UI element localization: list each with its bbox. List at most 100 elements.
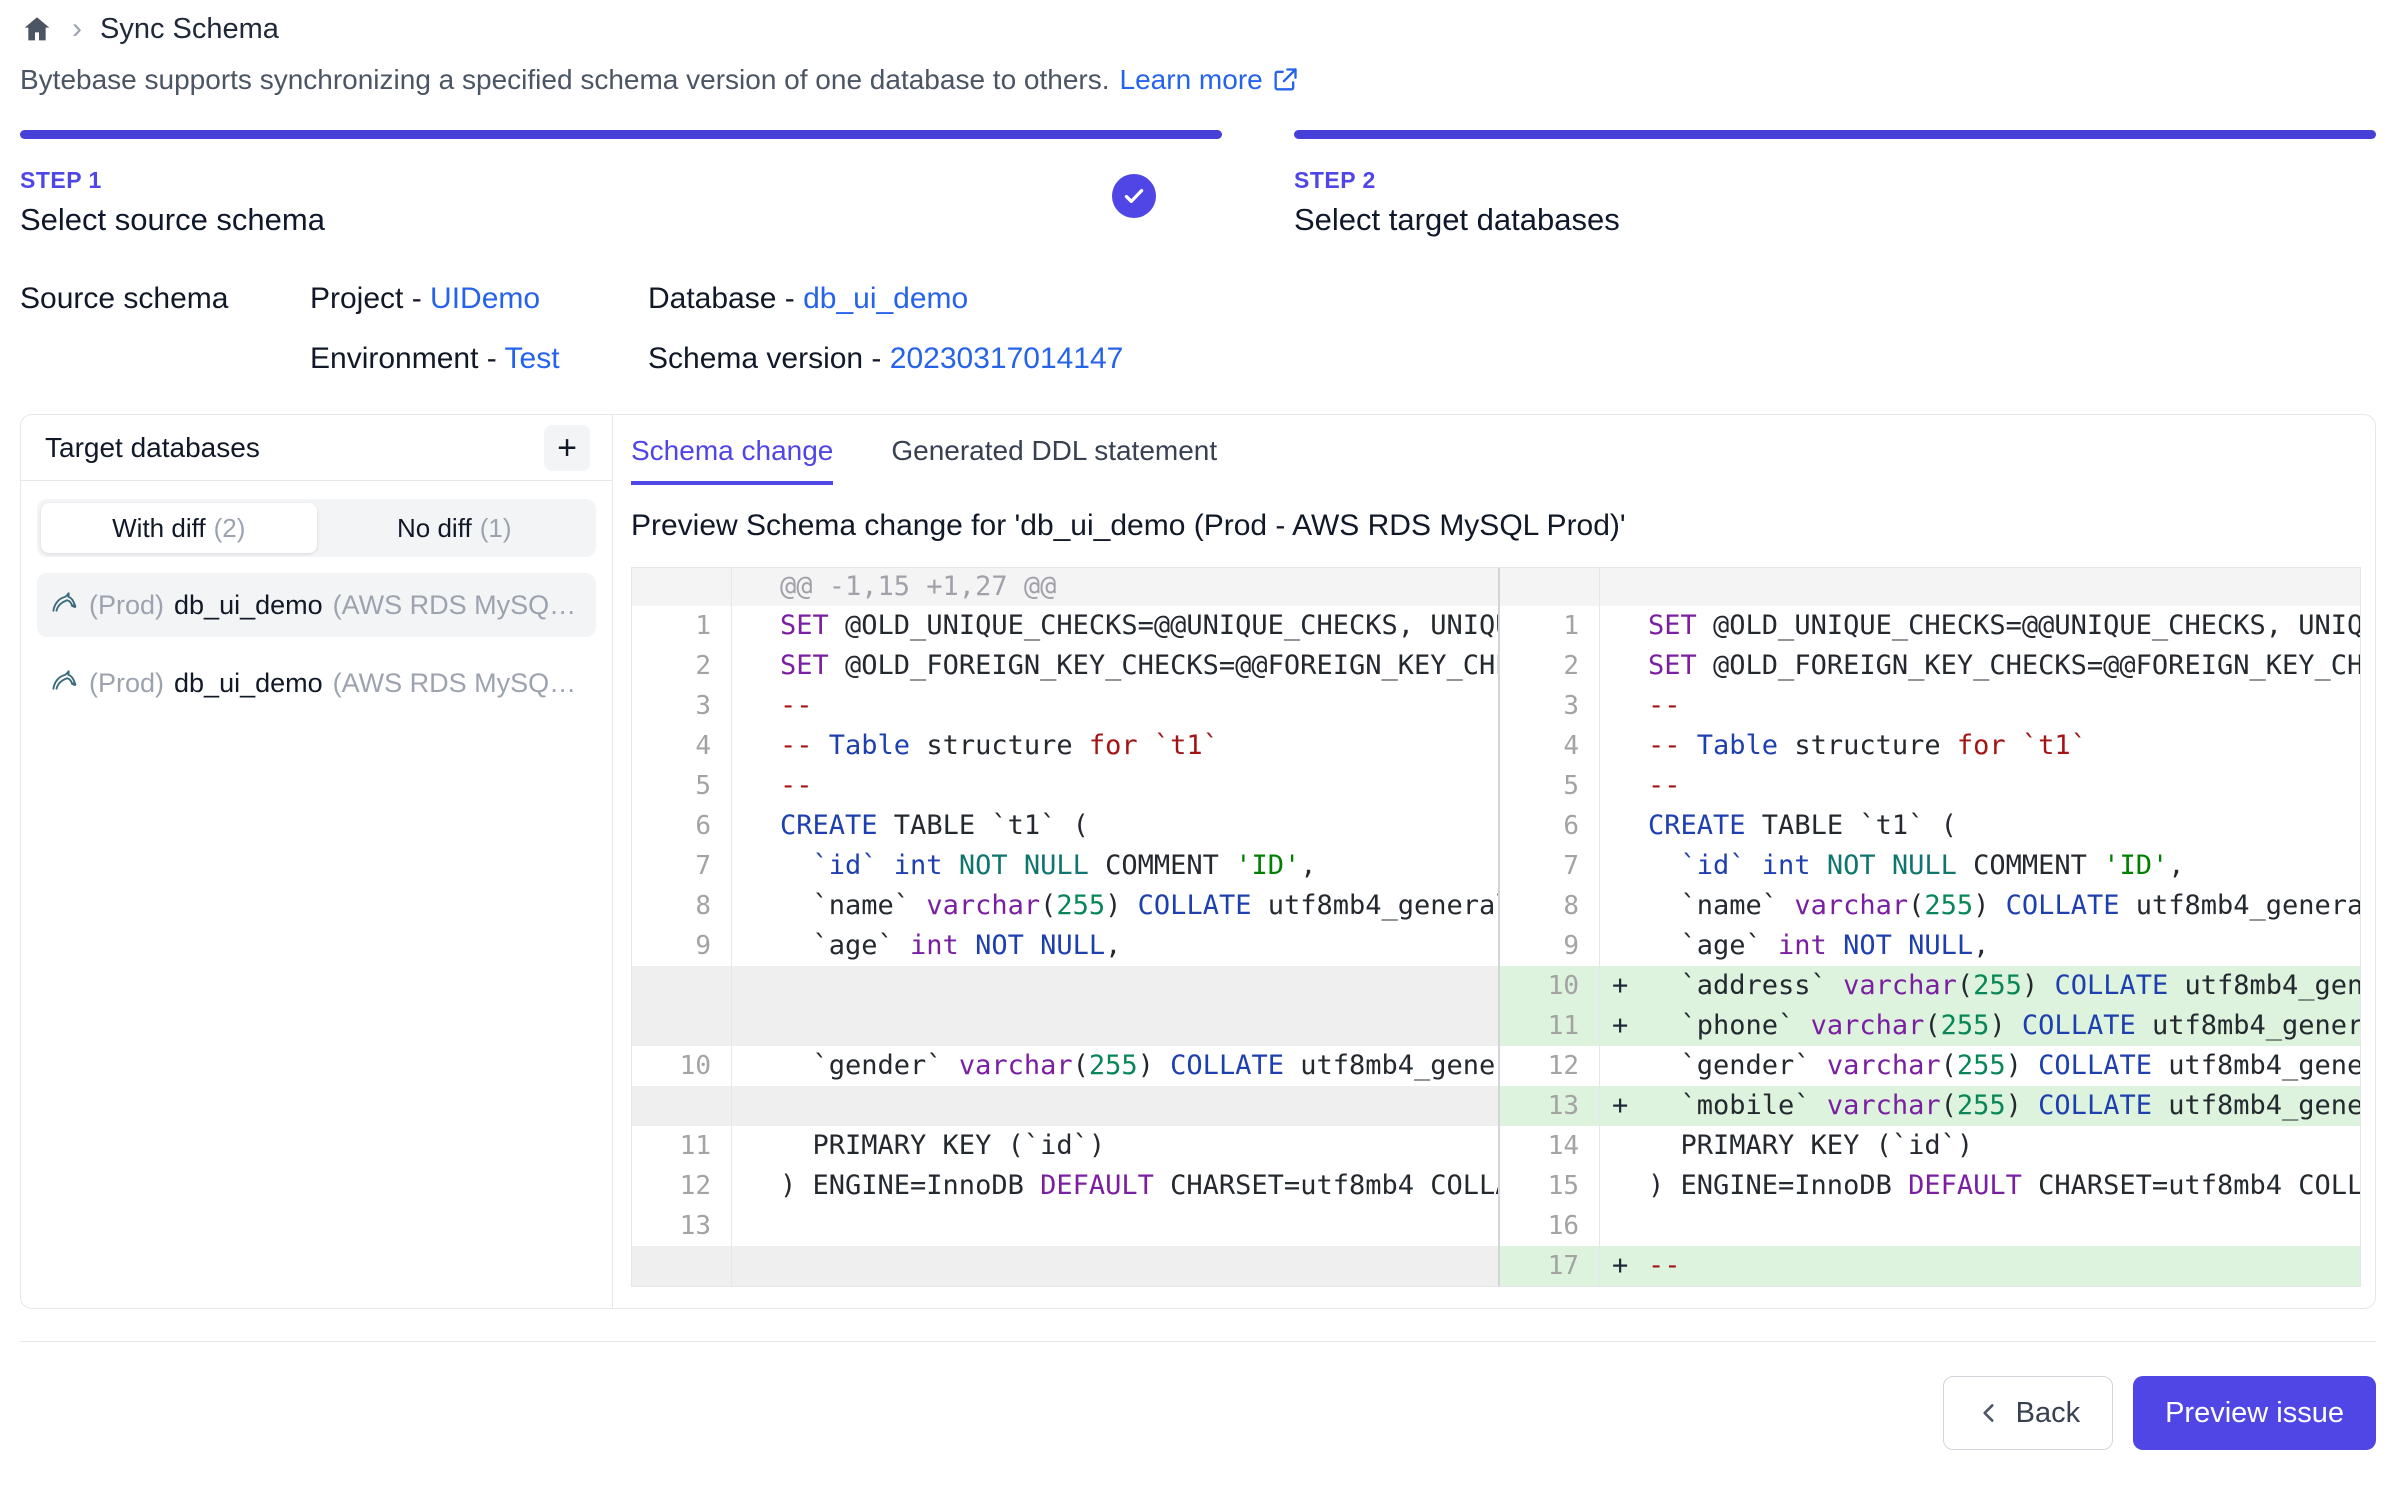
preview-issue-button[interactable]: Preview issue [2133, 1376, 2376, 1450]
line-number: 6 [1500, 806, 1600, 846]
code-line: + `mobile` varchar(255) COLLATE utf8mb4_… [1600, 1086, 2360, 1126]
added-line-sign: + [1612, 1086, 1628, 1126]
schema-version-link[interactable]: 20230317014147 [890, 342, 1124, 375]
check-icon [1121, 183, 1147, 209]
code-line [732, 1006, 1498, 1046]
code-line [732, 966, 1498, 1006]
breadcrumb: › Sync Schema [20, 12, 2376, 46]
source-database: Database - db_ui_demo [648, 282, 1123, 316]
code-line: -- [1600, 766, 2360, 806]
line-number: 8 [632, 886, 732, 926]
filter-with-diff[interactable]: With diff(2) [41, 503, 317, 553]
code-line: + `address` varchar(255) COLLATE utf8mb4… [1600, 966, 2360, 1006]
line-number: 10 [1500, 966, 1600, 1006]
step-2-title: Select target databases [1294, 202, 2376, 238]
line-number [632, 966, 732, 1006]
filter-no-diff[interactable]: No diff(1) [317, 503, 593, 553]
line-number: 8 [1500, 886, 1600, 926]
database-environment: (Prod) [89, 590, 164, 621]
mysql-icon [49, 665, 79, 702]
code-line: -- [1600, 686, 2360, 726]
source-environment: Environment - Test [310, 342, 648, 376]
diff-row: 2SET @OLD_FOREIGN_KEY_CHECKS=@@FOREIGN_K… [632, 646, 2360, 686]
diff-row: 1316 [632, 1206, 2360, 1246]
source-schema-label: Source schema [20, 282, 310, 376]
schema-change-region: Schema change Generated DDL statement Pr… [613, 415, 2375, 1308]
line-number: 12 [632, 1166, 732, 1206]
line-number [632, 1086, 732, 1126]
diff-row: 12) ENGINE=InnoDB DEFAULT CHARSET=utf8mb… [632, 1166, 2360, 1206]
external-link-icon [1271, 66, 1299, 94]
target-database-list: (Prod)db_ui_demo(AWS RDS MySQL Prod)(Pro… [37, 573, 596, 715]
line-number: 9 [632, 926, 732, 966]
line-number [632, 1246, 732, 1286]
line-number: 7 [632, 846, 732, 886]
diff-row: 8 `name` varchar(255) COLLATE utf8mb4_ge… [632, 886, 2360, 926]
source-schema-summary: Source schema Project - UIDemo Database … [20, 282, 2376, 376]
diff-row: 10 `gender` varchar(255) COLLATE utf8mb4… [632, 1046, 2360, 1086]
step-1: STEP 1 Select source schema [20, 130, 1222, 238]
diff-row: 13+ `mobile` varchar(255) COLLATE utf8mb… [632, 1086, 2360, 1126]
code-line: `gender` varchar(255) COLLATE utf8mb4_ge… [732, 1046, 1498, 1086]
line-number: 2 [1500, 646, 1600, 686]
code-line: +-- [1600, 1246, 2360, 1286]
page-description: Bytebase supports synchronizing a specif… [20, 64, 2376, 96]
code-line: CREATE TABLE `t1` ( [1600, 806, 2360, 846]
line-number: 12 [1500, 1046, 1600, 1086]
added-line-sign: + [1612, 966, 1628, 1006]
code-line: SET @OLD_FOREIGN_KEY_CHECKS=@@FOREIGN_KE… [732, 646, 1498, 686]
change-view-tabs: Schema change Generated DDL statement [613, 415, 2375, 485]
added-line-sign: + [1612, 1006, 1628, 1046]
line-number: 15 [1500, 1166, 1600, 1206]
footer-actions: Back Preview issue [20, 1376, 2376, 1450]
project-link[interactable]: UIDemo [430, 282, 540, 315]
code-line [1600, 1206, 2360, 1246]
code-line: -- Table structure for `t1` [1600, 726, 2360, 766]
back-button[interactable]: Back [1943, 1376, 2113, 1450]
code-line: CREATE TABLE `t1` ( [732, 806, 1498, 846]
line-number: 16 [1500, 1206, 1600, 1246]
line-number: 4 [632, 726, 732, 766]
code-line: + `phone` varchar(255) COLLATE utf8mb4_g… [1600, 1006, 2360, 1046]
stepper: STEP 1 Select source schema STEP 2 Selec… [20, 130, 2376, 238]
line-number: 3 [1500, 686, 1600, 726]
tab-schema-change[interactable]: Schema change [631, 435, 833, 485]
line-number: 5 [1500, 766, 1600, 806]
learn-more-link[interactable]: Learn more [1120, 64, 1299, 96]
step-2: STEP 2 Select target databases [1294, 130, 2376, 238]
line-number: 11 [1500, 1006, 1600, 1046]
footer-divider [20, 1341, 2376, 1342]
diff-editor[interactable]: @@ -1,15 +1,27 @@1SET @OLD_UNIQUE_CHECKS… [631, 567, 2361, 1287]
line-number: 10 [632, 1046, 732, 1086]
code-line [732, 1246, 1498, 1286]
diff-row: 7 `id` int NOT NULL COMMENT 'ID',7 `id` … [632, 846, 2360, 886]
line-number: 17 [1500, 1246, 1600, 1286]
code-line: `age` int NOT NULL, [1600, 926, 2360, 966]
added-line-sign: + [1612, 1246, 1628, 1286]
code-line: SET @OLD_UNIQUE_CHECKS=@@UNIQUE_CHECKS, … [1600, 606, 2360, 646]
description-text: Bytebase supports synchronizing a specif… [20, 64, 1110, 96]
code-line: SET @OLD_UNIQUE_CHECKS=@@UNIQUE_CHECKS, … [732, 606, 1498, 646]
line-number: 14 [1500, 1126, 1600, 1166]
database-item[interactable]: (Prod)db_ui_demo(AWS RDS MySQL Prod) [37, 573, 596, 637]
diff-row: 17+-- [632, 1246, 2360, 1286]
database-item[interactable]: (Prod)db_ui_demo(AWS RDS MySQL Prod) [37, 651, 596, 715]
chevron-right-icon: › [72, 14, 82, 44]
code-line: `id` int NOT NULL COMMENT 'ID', [1600, 846, 2360, 886]
step-1-progress-bar [20, 130, 1222, 139]
environment-link[interactable]: Test [505, 342, 560, 375]
database-link[interactable]: db_ui_demo [803, 282, 968, 315]
code-line: -- Table structure for `t1` [732, 726, 1498, 766]
step-1-done-badge [1112, 174, 1156, 218]
code-line [732, 1206, 1498, 1246]
add-target-database-button[interactable]: + [544, 425, 590, 471]
step-1-title: Select source schema [20, 202, 1222, 238]
breadcrumb-current: Sync Schema [100, 13, 279, 46]
line-number: 5 [632, 766, 732, 806]
code-line: SET @OLD_FOREIGN_KEY_CHECKS=@@FOREIGN_KE… [1600, 646, 2360, 686]
tab-generated-ddl[interactable]: Generated DDL statement [891, 435, 1217, 485]
line-number [632, 1006, 732, 1046]
step-2-progress-bar [1294, 130, 2376, 139]
step-1-label: STEP 1 [20, 167, 1222, 194]
home-icon[interactable] [20, 12, 54, 46]
